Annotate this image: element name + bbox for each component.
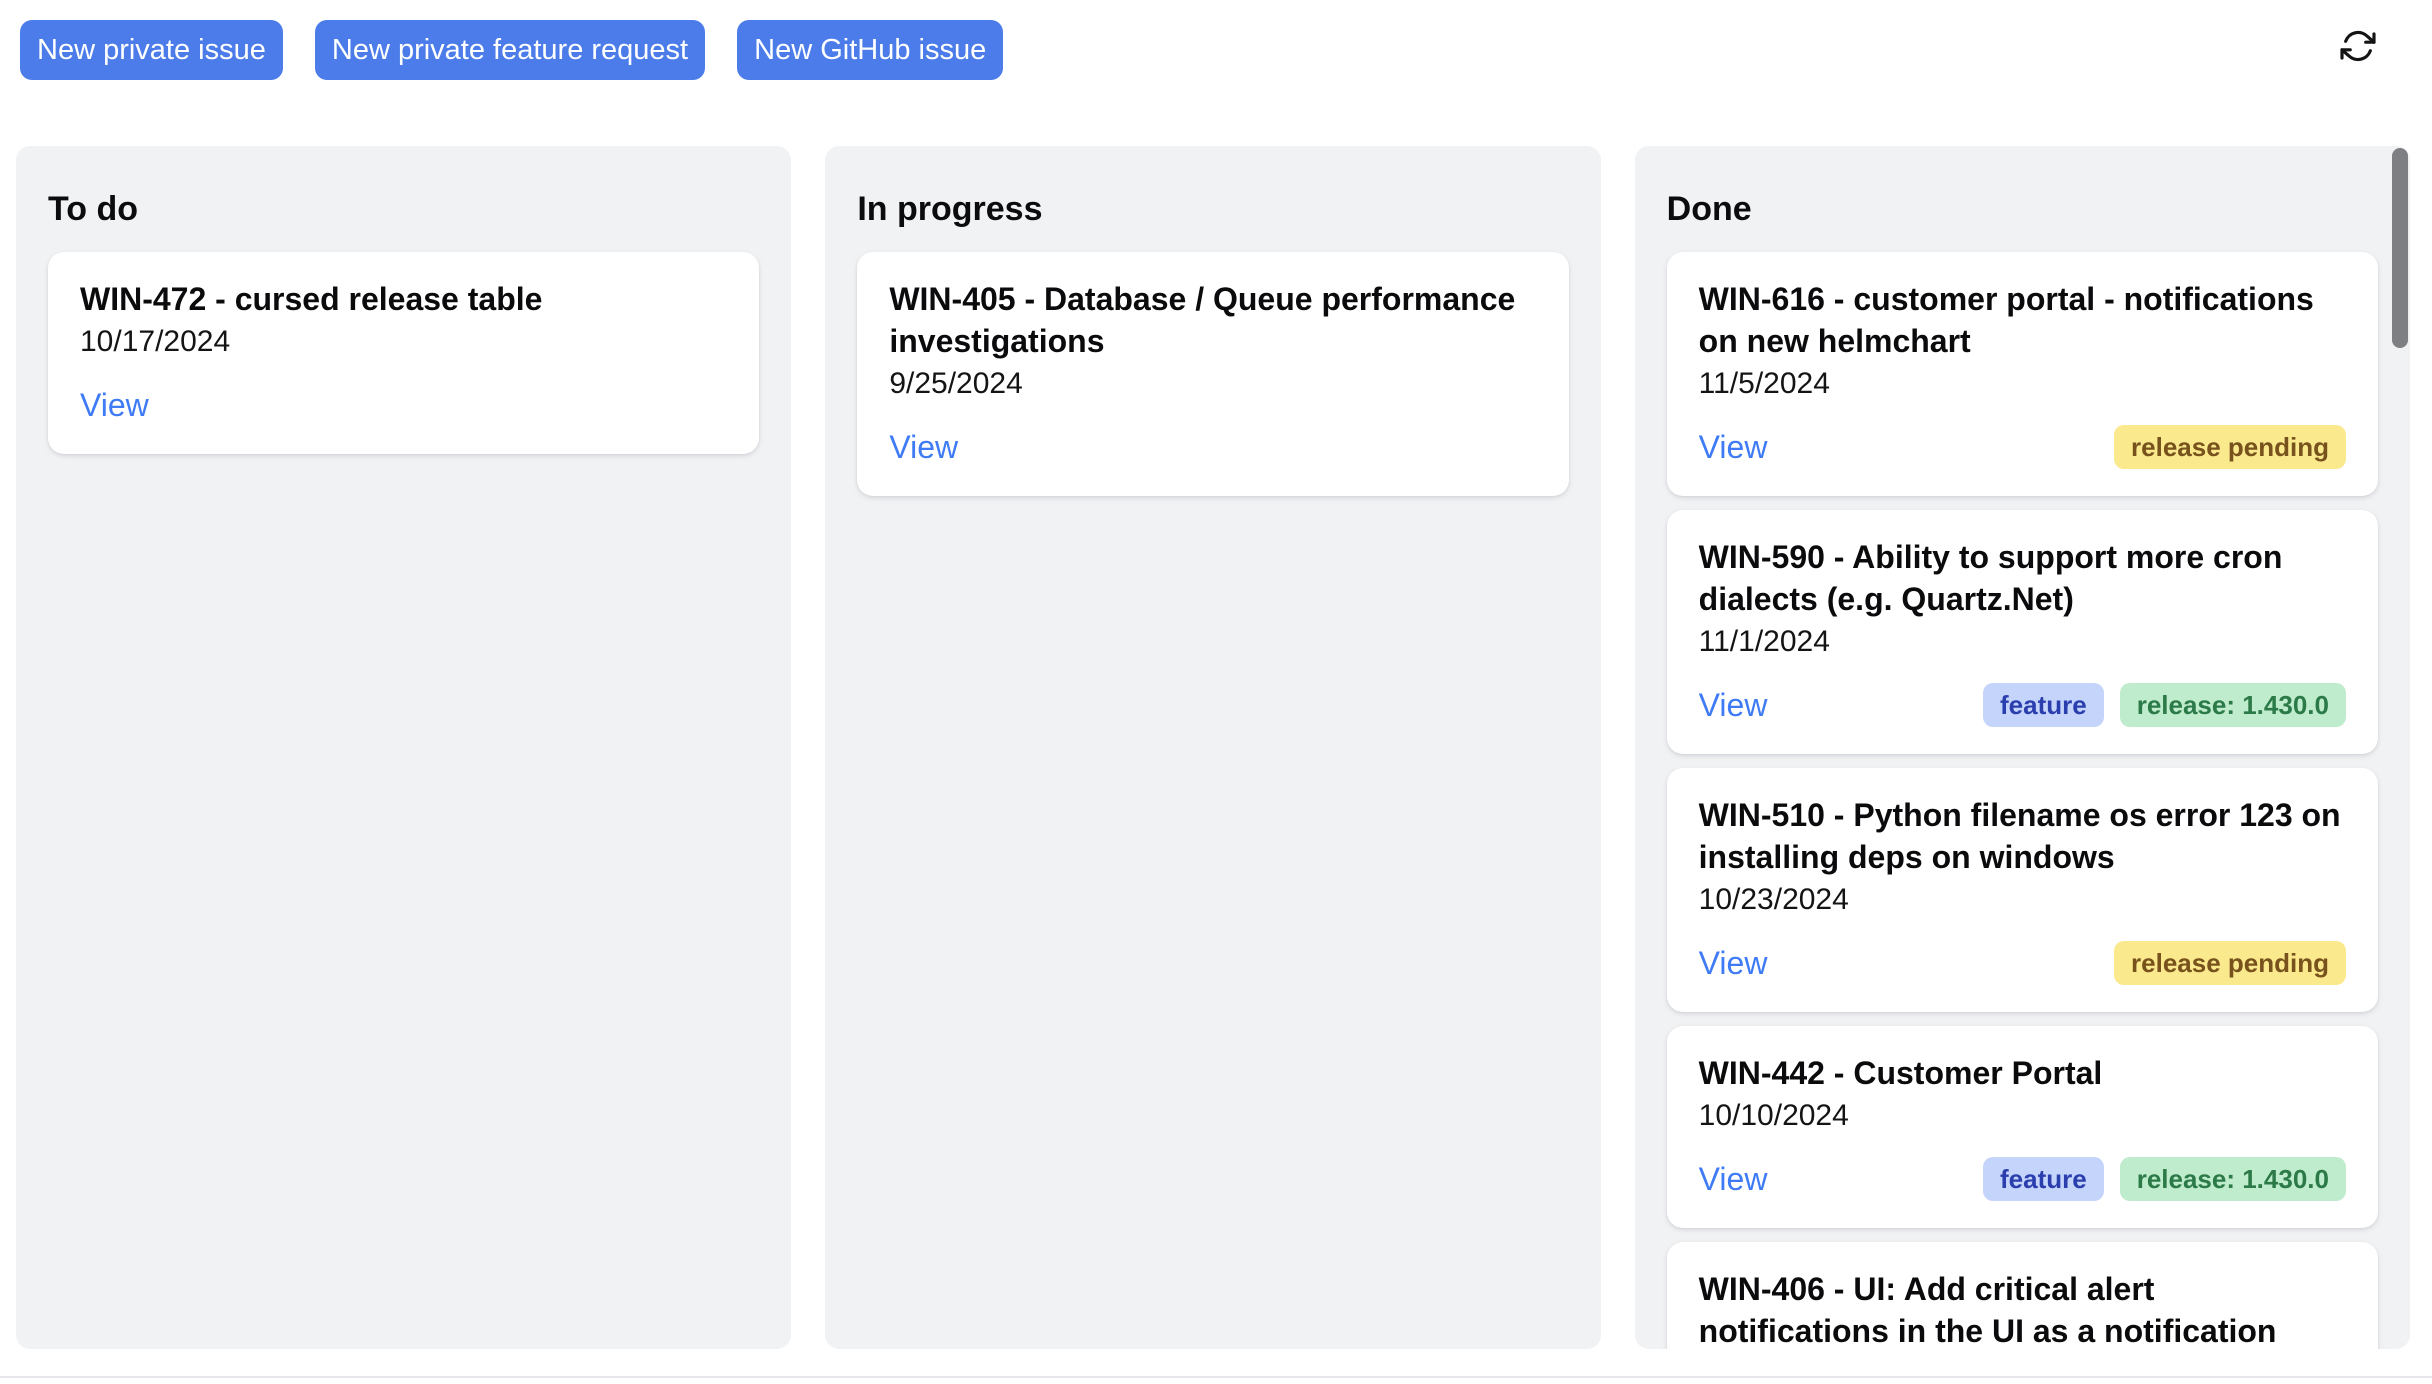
view-link[interactable]: View xyxy=(1699,1161,1768,1198)
column-title-todo: To do xyxy=(48,186,759,232)
issue-title: WIN-590 - Ability to support more cron d… xyxy=(1699,536,2346,620)
badge-group: feature release: 1.430.0 xyxy=(1983,683,2346,727)
issue-date: 10/23/2024 xyxy=(1699,880,2346,920)
column-in-progress: In progress WIN-405 - Database / Queue p… xyxy=(825,146,1600,1349)
card-footer: View release pending xyxy=(1699,940,2346,986)
release-pending-badge: release pending xyxy=(2114,941,2346,985)
badge-group: feature release: 1.430.0 xyxy=(1983,1157,2346,1201)
view-link[interactable]: View xyxy=(80,387,149,424)
view-link[interactable]: View xyxy=(1699,429,1768,466)
issue-date: 11/5/2024 xyxy=(1699,364,2346,404)
issue-card-win-590[interactable]: WIN-590 - Ability to support more cron d… xyxy=(1667,510,2378,754)
issue-title: WIN-405 - Database / Queue performance i… xyxy=(889,278,1536,362)
new-github-issue-button[interactable]: New GitHub issue xyxy=(737,20,1003,80)
badge-group: release pending xyxy=(2114,941,2346,985)
bottom-divider xyxy=(0,1376,2432,1378)
card-footer: View release pending xyxy=(1699,424,2346,470)
issue-date: 9/25/2024 xyxy=(889,364,1536,404)
refresh-button[interactable] xyxy=(2336,24,2380,68)
issue-title: WIN-442 - Customer Portal xyxy=(1699,1052,2346,1094)
issue-date: 11/1/2024 xyxy=(1699,622,2346,662)
column-todo: To do WIN-472 - cursed release table 10/… xyxy=(16,146,791,1349)
view-link[interactable]: View xyxy=(889,429,958,466)
issue-card-win-472[interactable]: WIN-472 - cursed release table 10/17/202… xyxy=(48,252,759,454)
column-done: Done WIN-616 - customer portal - notific… xyxy=(1635,146,2410,1349)
issue-card-win-406[interactable]: WIN-406 - UI: Add critical alert notific… xyxy=(1667,1242,2378,1349)
feature-badge: feature xyxy=(1983,1157,2104,1201)
card-footer: View xyxy=(80,382,727,428)
column-title-in-progress: In progress xyxy=(857,186,1568,232)
view-link[interactable]: View xyxy=(1699,687,1768,724)
release-pending-badge: release pending xyxy=(2114,425,2346,469)
issue-title: WIN-406 - UI: Add critical alert notific… xyxy=(1699,1268,2346,1349)
feature-badge: feature xyxy=(1983,683,2104,727)
issue-card-win-510[interactable]: WIN-510 - Python filename os error 123 o… xyxy=(1667,768,2378,1012)
issue-date: 10/17/2024 xyxy=(80,322,727,362)
done-column-scrollbar-thumb[interactable] xyxy=(2392,148,2408,348)
release-version-badge: release: 1.430.0 xyxy=(2120,683,2346,727)
kanban-board: To do WIN-472 - cursed release table 10/… xyxy=(0,146,2432,1349)
issue-card-win-616[interactable]: WIN-616 - customer portal - notification… xyxy=(1667,252,2378,496)
release-version-badge: release: 1.430.0 xyxy=(2120,1157,2346,1201)
new-private-feature-request-button[interactable]: New private feature request xyxy=(315,20,705,80)
issue-card-win-405[interactable]: WIN-405 - Database / Queue performance i… xyxy=(857,252,1568,496)
column-title-done: Done xyxy=(1667,186,2378,232)
card-footer: View xyxy=(889,424,1536,470)
issue-title: WIN-510 - Python filename os error 123 o… xyxy=(1699,794,2346,878)
card-footer: View feature release: 1.430.0 xyxy=(1699,682,2346,728)
issue-title: WIN-616 - customer portal - notification… xyxy=(1699,278,2346,362)
badge-group: release pending xyxy=(2114,425,2346,469)
card-footer: View feature release: 1.430.0 xyxy=(1699,1156,2346,1202)
view-link[interactable]: View xyxy=(1699,945,1768,982)
issue-date: 10/10/2024 xyxy=(1699,1096,2346,1136)
issue-title: WIN-472 - cursed release table xyxy=(80,278,727,320)
refresh-icon xyxy=(2339,27,2377,65)
toolbar: New private issue New private feature re… xyxy=(0,0,2432,80)
new-private-issue-button[interactable]: New private issue xyxy=(20,20,283,80)
issue-card-win-442[interactable]: WIN-442 - Customer Portal 10/10/2024 Vie… xyxy=(1667,1026,2378,1228)
